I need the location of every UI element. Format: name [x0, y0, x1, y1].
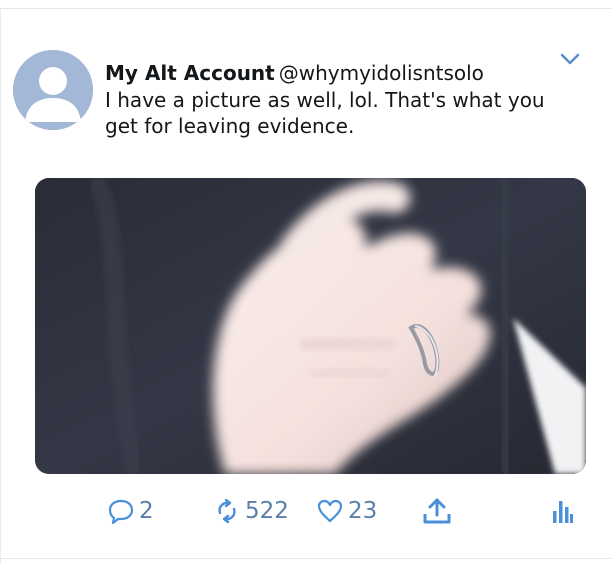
retweet-button[interactable]: 522	[213, 494, 289, 528]
reply-button[interactable]: 2	[107, 494, 154, 528]
top-divider	[0, 8, 612, 9]
bottom-divider	[0, 558, 612, 559]
retweet-arrows-icon	[218, 498, 236, 524]
retweet-count: 522	[245, 498, 289, 524]
analytics-button[interactable]	[550, 494, 574, 528]
avatar[interactable]	[13, 50, 93, 130]
chevron-down-icon	[560, 53, 580, 65]
tweet-header: My Alt Account @whymyidolisntsolo	[105, 60, 484, 86]
hand-with-ring-image	[35, 178, 586, 474]
speech-bubble-icon	[108, 499, 134, 525]
heart-icon	[317, 499, 343, 523]
like-count: 23	[348, 498, 378, 524]
tweet-text: I have a picture as well, lol. That's wh…	[105, 88, 545, 138]
like-button[interactable]: 23	[316, 494, 377, 528]
default-profile-icon	[13, 50, 93, 130]
left-divider	[0, 8, 1, 564]
tweet-media-image[interactable]	[35, 178, 586, 474]
tweet-menu-button[interactable]	[557, 50, 583, 70]
display-name[interactable]: My Alt Account	[105, 61, 275, 85]
share-upload-icon	[423, 498, 451, 524]
share-button[interactable]	[421, 494, 453, 528]
bar-chart-icon	[553, 501, 573, 523]
tweet-actions: 2 522 23	[0, 494, 612, 528]
reply-count: 2	[139, 498, 154, 524]
user-handle[interactable]: @whymyidolisntsolo	[279, 61, 484, 85]
